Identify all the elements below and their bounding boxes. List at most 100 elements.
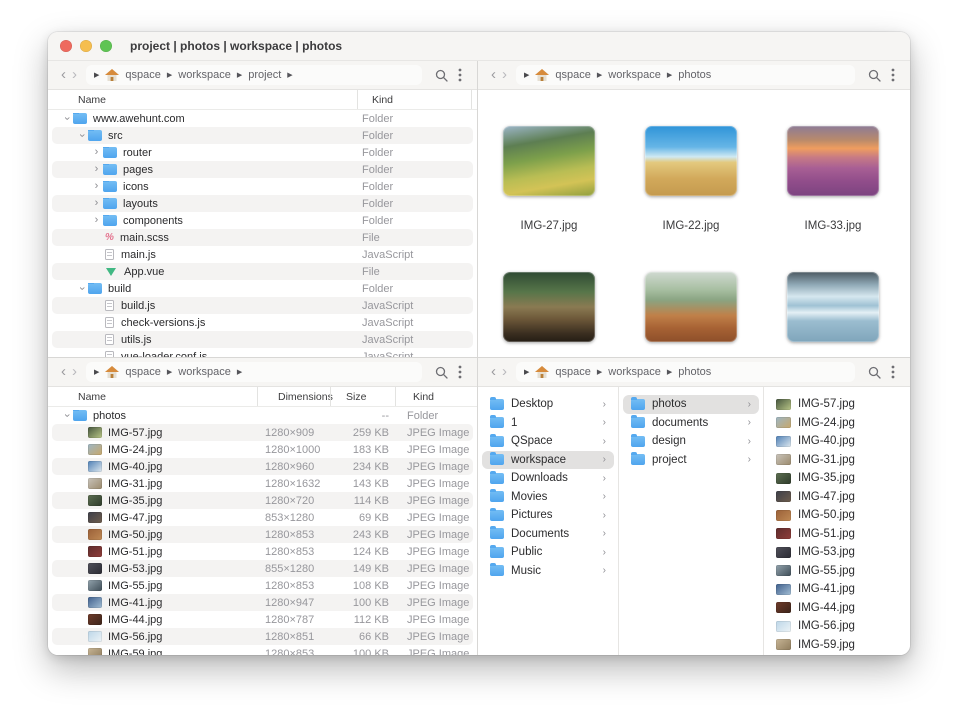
home-icon[interactable] [535, 69, 549, 81]
more-options-icon[interactable] [453, 365, 467, 379]
back-button[interactable]: ‹ [488, 359, 499, 385]
column-folder-item[interactable]: Desktop› [482, 395, 614, 414]
table-row[interactable]: IMG-57.jpg1280×909259 KBJPEG Image [52, 424, 473, 441]
column-file-item[interactable]: IMG-41.jpg [768, 580, 906, 599]
table-row[interactable]: IMG-40.jpg1280×960234 KBJPEG Image [52, 458, 473, 475]
grid-item[interactable]: IMG-22.jpg [645, 126, 737, 272]
table-row[interactable]: IMG-55.jpg1280×853108 KBJPEG Image [52, 577, 473, 594]
column-file-item[interactable]: IMG-31.jpg [768, 451, 906, 470]
column-file-item[interactable]: IMG-59.jpg [768, 636, 906, 655]
column-file-item[interactable]: IMG-44.jpg [768, 599, 906, 618]
breadcrumb-segment[interactable]: workspace [608, 366, 661, 378]
column-header-kind[interactable]: Kind [395, 387, 477, 406]
tree-row[interactable]: ›componentsFolder [52, 212, 473, 229]
table-row[interactable]: IMG-44.jpg1280×787112 KBJPEG Image [52, 611, 473, 628]
photo-thumbnail[interactable] [503, 272, 595, 342]
tree-row[interactable]: vue-loader.conf.jsJavaScript [52, 348, 473, 357]
photo-thumbnail[interactable] [645, 272, 737, 342]
breadcrumb-segment[interactable]: qspace [125, 69, 160, 81]
breadcrumb-segment[interactable]: workspace [178, 366, 231, 378]
column-folder-item[interactable]: Pictures› [482, 506, 614, 525]
home-icon[interactable] [535, 366, 549, 378]
table-row[interactable]: IMG-47.jpg853×128069 KBJPEG Image [52, 509, 473, 526]
search-icon[interactable] [863, 366, 886, 379]
table-row[interactable]: IMG-51.jpg1280×853124 KBJPEG Image [52, 543, 473, 560]
tree-row[interactable]: ›layoutsFolder [52, 195, 473, 212]
column-header-name[interactable]: Name [48, 387, 257, 406]
column-folder-item[interactable]: Public› [482, 543, 614, 562]
breadcrumb-segment[interactable]: photos [678, 366, 711, 378]
breadcrumb-segment[interactable]: workspace [178, 69, 231, 81]
tree-row[interactable]: check-versions.jsJavaScript [52, 314, 473, 331]
column-file-item[interactable]: IMG-57.jpg [768, 395, 906, 414]
column-header-kind[interactable]: Kind [357, 90, 471, 109]
photo-thumbnail[interactable] [787, 272, 879, 342]
close-window-button[interactable] [60, 40, 72, 52]
table-row[interactable]: IMG-53.jpg855×1280149 KBJPEG Image [52, 560, 473, 577]
table-row[interactable]: IMG-24.jpg1280×1000183 KBJPEG Image [52, 441, 473, 458]
more-options-icon[interactable] [886, 68, 900, 82]
search-icon[interactable] [430, 69, 453, 82]
photo-thumbnail[interactable] [503, 126, 595, 196]
table-row[interactable]: IMG-35.jpg1280×720114 KBJPEG Image [52, 492, 473, 509]
minimize-window-button[interactable] [80, 40, 92, 52]
tree-row[interactable]: utils.jsJavaScript [52, 331, 473, 348]
forward-button[interactable]: › [499, 62, 510, 88]
column-file-item[interactable]: IMG-56.jpg [768, 617, 906, 636]
grid-item[interactable]: IMG-27.jpg [503, 126, 595, 272]
table-row[interactable]: ›photos--Folder [52, 407, 473, 424]
column-folder-item[interactable]: Movies› [482, 488, 614, 507]
tree-row[interactable]: ›buildFolder [52, 280, 473, 297]
breadcrumb-segment[interactable]: qspace [555, 69, 590, 81]
grid-item[interactable] [503, 272, 595, 357]
column-header-name[interactable]: Name [48, 90, 357, 109]
grid-item[interactable] [645, 272, 737, 357]
column-header-dimensions[interactable]: Dimensions [257, 387, 330, 406]
forward-button[interactable]: › [69, 62, 80, 88]
table-row[interactable]: IMG-41.jpg1280×947100 KBJPEG Image [52, 594, 473, 611]
breadcrumb-segment[interactable]: project [248, 69, 281, 81]
more-options-icon[interactable] [453, 68, 467, 82]
column-folder-item[interactable]: design› [623, 432, 759, 451]
column-folder-item[interactable]: Music› [482, 562, 614, 581]
forward-button[interactable]: › [69, 359, 80, 385]
back-button[interactable]: ‹ [488, 62, 499, 88]
tree-row[interactable]: ›pagesFolder [52, 161, 473, 178]
search-icon[interactable] [430, 366, 453, 379]
column-file-item[interactable]: IMG-50.jpg [768, 506, 906, 525]
photo-thumbnail[interactable] [787, 126, 879, 196]
table-row[interactable]: IMG-56.jpg1280×85166 KBJPEG Image [52, 628, 473, 645]
table-row[interactable]: IMG-59.jpg1280×853100 KBJPEG Image [52, 645, 473, 655]
grid-item[interactable] [787, 272, 879, 357]
forward-button[interactable]: › [499, 359, 510, 385]
table-row[interactable]: IMG-50.jpg1280×853243 KBJPEG Image [52, 526, 473, 543]
tree-row[interactable]: build.jsJavaScript [52, 297, 473, 314]
breadcrumb-segment[interactable]: workspace [608, 69, 661, 81]
breadcrumb-segment[interactable]: qspace [555, 366, 590, 378]
column-file-item[interactable]: IMG-24.jpg [768, 414, 906, 433]
column-file-item[interactable]: IMG-35.jpg [768, 469, 906, 488]
column-file-item[interactable]: IMG-47.jpg [768, 488, 906, 507]
home-icon[interactable] [105, 69, 119, 81]
home-icon[interactable] [105, 366, 119, 378]
column-header-size[interactable]: Size [330, 387, 395, 406]
column-folder-item[interactable]: QSpace› [482, 432, 614, 451]
breadcrumb-segment[interactable]: photos [678, 69, 711, 81]
tree-row[interactable]: main.jsJavaScript [52, 246, 473, 263]
grid-item[interactable]: IMG-33.jpg [787, 126, 879, 272]
tree-row[interactable]: ›iconsFolder [52, 178, 473, 195]
column-folder-item[interactable]: photos› [623, 395, 759, 414]
column-folder-item[interactable]: Documents› [482, 525, 614, 544]
column-file-item[interactable]: IMG-40.jpg [768, 432, 906, 451]
table-row[interactable]: IMG-31.jpg1280×1632143 KBJPEG Image [52, 475, 473, 492]
column-folder-item[interactable]: workspace› [482, 451, 614, 470]
column-file-item[interactable]: IMG-53.jpg [768, 543, 906, 562]
column-file-item[interactable]: IMG-51.jpg [768, 525, 906, 544]
tree-row[interactable]: ›routerFolder [52, 144, 473, 161]
breadcrumb-segment[interactable]: qspace [125, 366, 160, 378]
column-folder-item[interactable]: Downloads› [482, 469, 614, 488]
back-button[interactable]: ‹ [58, 62, 69, 88]
column-file-item[interactable]: IMG-55.jpg [768, 562, 906, 581]
column-folder-item[interactable]: 1› [482, 414, 614, 433]
photo-thumbnail[interactable] [645, 126, 737, 196]
